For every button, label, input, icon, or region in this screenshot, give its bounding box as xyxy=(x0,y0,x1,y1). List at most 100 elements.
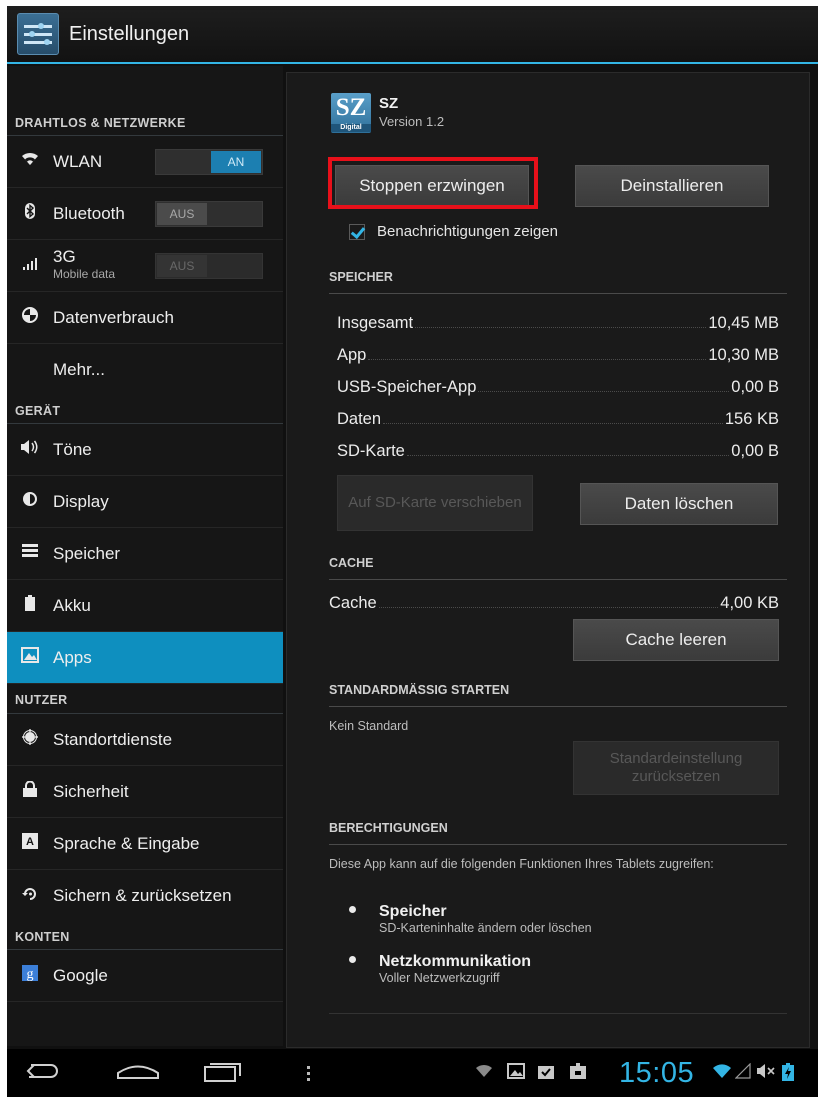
section-header-storage: SPEICHER xyxy=(329,270,787,294)
sidebar-item-label: 3G xyxy=(53,247,76,266)
cache-row-value: 4,00 KB xyxy=(720,594,779,612)
storage-row: Insgesamt 10,45 MB xyxy=(337,311,779,333)
wifi-inactive-icon xyxy=(475,1063,493,1083)
permission-title: Speicher xyxy=(379,903,447,920)
sidebar-item-apps[interactable]: Apps xyxy=(7,632,283,684)
battery-charging-icon xyxy=(782,1063,794,1085)
storage-row: Daten 156 KB xyxy=(337,407,779,429)
toggle-thumb: AUS xyxy=(157,255,207,277)
sidebar-item-security[interactable]: Sicherheit xyxy=(7,766,283,818)
storage-row: SD-Karte 0,00 B xyxy=(337,439,779,461)
wlan-toggle[interactable]: AN xyxy=(155,149,263,175)
no-default-text: Kein Standard xyxy=(329,719,409,733)
keyboard-a-icon: A xyxy=(19,833,41,854)
storage-row-value: 0,00 B xyxy=(731,442,779,460)
sidebar-item-label: Mehr... xyxy=(53,360,105,379)
sidebar-item-storage[interactable]: Speicher xyxy=(7,528,283,580)
app-logo-subtext: Digital xyxy=(331,124,371,132)
clear-cache-button[interactable]: Cache leeren xyxy=(573,619,779,661)
back-button[interactable] xyxy=(21,1049,61,1097)
sidebar-item-label: Akku xyxy=(53,595,91,615)
sidebar-item-data-usage[interactable]: Datenverbrauch xyxy=(7,292,283,344)
wifi-icon xyxy=(19,152,41,171)
toggle-thumb: AUS xyxy=(157,203,207,225)
mobile-data-toggle[interactable]: AUS xyxy=(155,253,263,279)
permission-title: Netzkommunikation xyxy=(379,953,532,970)
recent-apps-button[interactable] xyxy=(203,1049,243,1097)
sidebar-item-label: Sichern & zurücksetzen xyxy=(53,886,232,905)
sidebar-item-label: Bluetooth xyxy=(53,203,125,223)
sidebar-item-battery[interactable]: Akku xyxy=(7,580,283,632)
sidebar-item-display[interactable]: Display xyxy=(7,476,283,528)
cache-row: Cache 4,00 KB xyxy=(329,591,779,613)
bullet-icon xyxy=(349,956,356,963)
storage-row-value: 0,00 B xyxy=(731,378,779,396)
sidebar-item-bluetooth[interactable]: Bluetooth AUS xyxy=(7,188,283,240)
section-header-accounts: KONTEN xyxy=(7,922,283,950)
settings-app-icon[interactable] xyxy=(17,13,59,55)
apps-icon xyxy=(19,647,41,668)
sidebar-item-label: Apps xyxy=(53,647,92,667)
sidebar-item-backup[interactable]: Sichern & zurücksetzen xyxy=(7,870,283,922)
sidebar-item-label: Google xyxy=(53,965,108,985)
sidebar-item-google[interactable]: g Google xyxy=(7,950,283,1002)
sidebar-item-label: WLAN xyxy=(53,151,103,171)
home-icon xyxy=(115,1061,161,1086)
sidebar-item-location[interactable]: Standortdienste xyxy=(7,714,283,766)
data-usage-icon xyxy=(19,307,41,328)
permission-description: Voller Netzwerkzugriff xyxy=(379,971,500,985)
sidebar-item-sound[interactable]: Töne xyxy=(7,424,283,476)
reset-defaults-button[interactable]: Standardeinstellung zurücksetzen xyxy=(573,741,779,795)
section-header-user: NUTZER xyxy=(7,684,283,714)
app-logo: SZ Digital xyxy=(331,93,371,133)
wifi-signal-icon xyxy=(712,1063,732,1083)
clear-data-button[interactable]: Daten löschen xyxy=(580,483,778,525)
show-notifications-row[interactable]: Benachrichtigungen zeigen xyxy=(349,223,558,240)
page-title: Einstellungen xyxy=(69,22,190,45)
sidebar-item-label: Töne xyxy=(53,439,92,459)
sidebar-item-language[interactable]: A Sprache & Eingabe xyxy=(7,818,283,870)
notifications-checkbox[interactable] xyxy=(349,223,365,240)
status-clock: 15:05 xyxy=(619,1057,695,1089)
storage-icon xyxy=(19,544,41,563)
tablet-screen: Einstellungen DRAHTLOS & NETZWERKE WLAN … xyxy=(7,6,818,1097)
battery-icon xyxy=(19,595,41,616)
section-header-permissions: BERECHTIGUNGEN xyxy=(329,821,787,845)
cell-signal-icon xyxy=(734,1062,751,1083)
storage-row-label: SD-Karte xyxy=(337,442,405,460)
menu-overflow-icon[interactable] xyxy=(307,1066,311,1084)
sidebar-item-more[interactable]: Mehr... xyxy=(7,344,283,396)
location-icon xyxy=(19,729,41,750)
lock-icon xyxy=(19,780,41,802)
sidebar-item-wlan[interactable]: WLAN AN xyxy=(7,136,283,188)
download-done-icon xyxy=(537,1063,555,1083)
move-to-sd-button[interactable]: Auf SD-Karte verschieben xyxy=(337,475,533,531)
sidebar-item-label: Sprache & Eingabe xyxy=(53,833,200,853)
sidebar-item-sublabel: Mobile data xyxy=(53,267,116,281)
backup-restore-icon xyxy=(19,886,41,907)
sidebar-item-mobile-data[interactable]: 3G Mobile data AUS xyxy=(7,240,283,292)
storage-row-value: 156 KB xyxy=(724,410,779,428)
sidebar-item-label: Speicher xyxy=(53,543,121,563)
bluetooth-toggle[interactable]: AUS xyxy=(155,201,263,227)
section-header-cache: CACHE xyxy=(329,556,787,580)
uninstall-button[interactable]: Deinstallieren xyxy=(575,165,769,207)
storage-row-value: 10,45 MB xyxy=(708,314,779,332)
sidebar-item-label: Sicherheit xyxy=(53,781,129,801)
mute-icon xyxy=(757,1063,777,1083)
home-button[interactable] xyxy=(115,1049,161,1097)
signal-icon xyxy=(19,257,41,275)
speaker-icon xyxy=(19,440,41,459)
bluetooth-icon xyxy=(19,203,41,224)
sidebar-item-label: Datenverbrauch xyxy=(53,307,174,327)
sidebar-item-label: Standortdienste xyxy=(53,729,173,749)
sidebar-item-label: Display xyxy=(53,491,109,511)
force-stop-button[interactable]: Stoppen erzwingen xyxy=(335,165,529,207)
store-notification-icon xyxy=(569,1063,587,1083)
bullet-icon xyxy=(349,906,356,913)
storage-row-label: Insgesamt xyxy=(337,314,414,332)
action-bar: Einstellungen xyxy=(7,6,818,64)
cache-row-label: Cache xyxy=(329,594,377,612)
app-info-pane: SZ Digital SZ Version 1.2 Stoppen erzwin… xyxy=(286,72,810,1048)
section-header-device: GERÄT xyxy=(7,396,283,424)
